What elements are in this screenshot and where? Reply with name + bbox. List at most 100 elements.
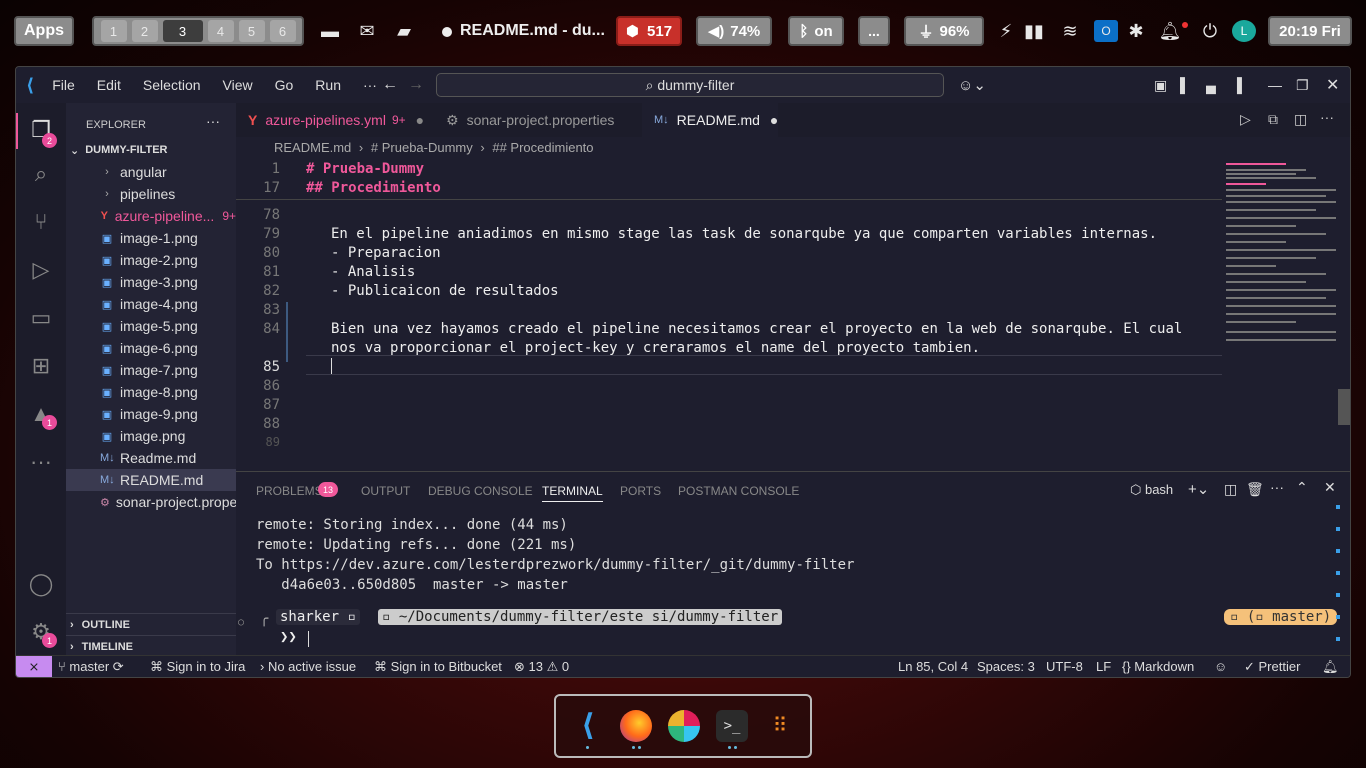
tab-terminal[interactable]: TERMINAL xyxy=(542,484,603,502)
tree-file-sonar-properties[interactable]: ⚙ sonar-project.prope... xyxy=(66,491,236,513)
menu-file[interactable]: File xyxy=(52,77,75,93)
run-icon[interactable]: ▷ xyxy=(1240,111,1251,128)
git-branch-status[interactable]: ⑂ master ⟳ xyxy=(58,659,124,675)
breadcrumb-h2[interactable]: ## Procedimiento xyxy=(492,140,593,155)
workspace-1[interactable]: 1 xyxy=(100,20,127,42)
stats-icon[interactable]: ▮▮ xyxy=(1022,20,1046,42)
tab-ports[interactable]: PORTS xyxy=(620,484,661,498)
window-icon[interactable]: ▬ xyxy=(318,20,342,42)
tree-file-readme[interactable]: M↓ README.md xyxy=(66,469,236,491)
tree-file-image-8[interactable]: ▣ image-8.png xyxy=(66,381,236,403)
slack-dock-icon[interactable] xyxy=(668,710,700,742)
toggle-sidebar-icon[interactable]: ▌ xyxy=(1180,77,1190,93)
outlook-icon[interactable]: O xyxy=(1094,20,1118,42)
menu-view[interactable]: View xyxy=(223,77,253,93)
sticky-heading-2[interactable]: ## Procedimiento xyxy=(306,180,441,196)
menu-edit[interactable]: Edit xyxy=(97,77,121,93)
clock[interactable]: 20:19 Fri xyxy=(1268,16,1352,46)
issue-status[interactable]: › No active issue xyxy=(260,659,356,674)
close-icon[interactable]: ✕ xyxy=(1326,75,1339,95)
flash-icon[interactable]: ⚡ xyxy=(994,20,1018,42)
customize-layout-icon[interactable]: ▣ xyxy=(1154,77,1167,94)
forward-arrow-icon[interactable]: → xyxy=(408,76,424,94)
maximize-panel-icon[interactable]: ⌃ xyxy=(1296,479,1308,496)
indentation[interactable]: Spaces: 3 xyxy=(977,659,1035,674)
breadcrumb-h1[interactable]: # Prueba-Dummy xyxy=(371,140,473,155)
tree-file-image-5[interactable]: ▣ image-5.png xyxy=(66,315,236,337)
tree-file-image-1[interactable]: ▣ image-1.png xyxy=(66,227,236,249)
remote-indicator-icon[interactable]: ⨯ xyxy=(16,656,52,677)
copilot-icon[interactable]: ☺⌄ xyxy=(958,76,986,94)
workspace-4[interactable]: 4 xyxy=(207,20,234,42)
firefox-dock-icon[interactable] xyxy=(620,710,652,742)
encoding[interactable]: UTF-8 xyxy=(1046,659,1083,674)
explorer-more-icon[interactable]: ··· xyxy=(206,113,220,129)
minimap[interactable] xyxy=(1222,159,1350,409)
jira-status[interactable]: ⌘ Sign in to Jira xyxy=(150,659,245,675)
power-icon[interactable]: ⏻ xyxy=(1198,20,1222,42)
editor-more-icon[interactable]: ··· xyxy=(1320,109,1334,125)
code-line[interactable]: Bien una vez hayamos creado el pipeline … xyxy=(331,321,1182,337)
split-editor-icon[interactable]: ◫ xyxy=(1294,111,1307,128)
extensions-icon[interactable]: ⊞ xyxy=(28,353,54,379)
tree-file-image[interactable]: ▣ image.png xyxy=(66,425,236,447)
vertical-scrollbar[interactable] xyxy=(1338,389,1350,425)
bell-icon[interactable]: 🔔︎ xyxy=(1322,659,1339,675)
menu-go[interactable]: Go xyxy=(275,77,294,93)
tree-file-image-2[interactable]: ▣ image-2.png xyxy=(66,249,236,271)
line-endings[interactable]: LF xyxy=(1096,659,1111,674)
tree-file-image-6[interactable]: ▣ image-6.png xyxy=(66,337,236,359)
tab-problems[interactable]: PROBLEMS xyxy=(256,484,323,498)
user-avatar[interactable]: L xyxy=(1232,20,1256,42)
timeline-section[interactable]: › TIMELINE xyxy=(66,635,236,657)
cursor-position[interactable]: Ln 85, Col 4 xyxy=(898,659,968,674)
command-center[interactable]: ⌕ dummy-filter xyxy=(436,73,944,97)
active-window-title[interactable]: README.md - du... xyxy=(460,22,605,40)
back-arrow-icon[interactable]: ← xyxy=(382,76,398,94)
sticky-heading-1[interactable]: # Prueba-Dummy xyxy=(306,161,424,177)
more-views-icon[interactable]: ··· xyxy=(28,449,54,475)
tab-debug-console[interactable]: DEBUG CONSOLE xyxy=(428,484,533,498)
breadcrumb-file[interactable]: README.md xyxy=(274,140,351,155)
workspace-2[interactable]: 2 xyxy=(131,20,158,42)
split-terminal-icon[interactable]: ◫ xyxy=(1224,481,1237,498)
slack-tray-icon[interactable]: ✱ xyxy=(1124,20,1148,42)
docker-indicator[interactable]: ⬢ 517 xyxy=(616,16,682,46)
layers-icon[interactable]: ≋ xyxy=(1058,20,1082,42)
code-line[interactable]: - Publicaicon de resultados xyxy=(331,283,559,299)
tree-folder-angular[interactable]: › angular xyxy=(66,161,236,183)
volume-indicator[interactable]: ◀) 74% xyxy=(696,16,772,46)
language-mode[interactable]: {} Markdown xyxy=(1122,659,1194,674)
trash-icon[interactable]: 🗑︎ xyxy=(1246,481,1264,498)
close-panel-icon[interactable]: ✕ xyxy=(1324,479,1336,496)
tree-file-image-9[interactable]: ▣ image-9.png xyxy=(66,403,236,425)
problems-status[interactable]: ⊗ 13 ⚠ 0 xyxy=(514,659,569,675)
code-line-wrapped[interactable]: nos va proporcionar el project-key y cre… xyxy=(331,340,980,356)
notifications-icon[interactable]: 🔔︎ xyxy=(1158,20,1182,42)
maximize-icon[interactable]: ❐ xyxy=(1296,77,1309,94)
menu-selection[interactable]: Selection xyxy=(143,77,201,93)
tab-postman-console[interactable]: POSTMAN CONSOLE xyxy=(678,484,799,498)
tree-folder-pipelines[interactable]: › pipelines xyxy=(66,183,236,205)
preview-icon[interactable]: ⧉ xyxy=(1268,111,1278,128)
code-line[interactable]: En el pipeline aniadimos en mismo stage … xyxy=(331,226,1157,242)
mail-icon[interactable]: ✉ xyxy=(355,20,379,42)
workspace-6[interactable]: 6 xyxy=(269,20,296,42)
tree-file-readme-lower[interactable]: M↓ Readme.md xyxy=(66,447,236,469)
terminal-dock-icon[interactable]: >_ xyxy=(716,710,748,742)
code-line[interactable]: - Preparacion xyxy=(331,245,441,261)
new-terminal-icon[interactable]: +⌄ xyxy=(1188,480,1209,498)
vscode-dock-icon[interactable]: ⟨ xyxy=(572,710,604,742)
terminal-shell-selector[interactable]: ⬡ bash xyxy=(1130,482,1173,498)
minimize-icon[interactable]: — xyxy=(1268,77,1282,93)
bluetooth-indicator[interactable]: ᛒ on xyxy=(788,16,844,46)
menu-more[interactable]: ··· xyxy=(363,77,377,93)
tab-azure-pipelines[interactable]: Yazure-pipelines.yml 9+ ● xyxy=(236,103,434,137)
more-indicators-button[interactable]: ... xyxy=(858,16,890,46)
apps-button[interactable]: Apps xyxy=(14,16,74,46)
prettier-status[interactable]: ✓ Prettier xyxy=(1244,659,1300,675)
code-line[interactable]: - Analisis xyxy=(331,264,415,280)
account-icon[interactable]: ◯ xyxy=(28,571,54,597)
tab-output[interactable]: OUTPUT xyxy=(361,484,410,498)
tab-readme[interactable]: M↓ README.md ● xyxy=(642,103,778,137)
